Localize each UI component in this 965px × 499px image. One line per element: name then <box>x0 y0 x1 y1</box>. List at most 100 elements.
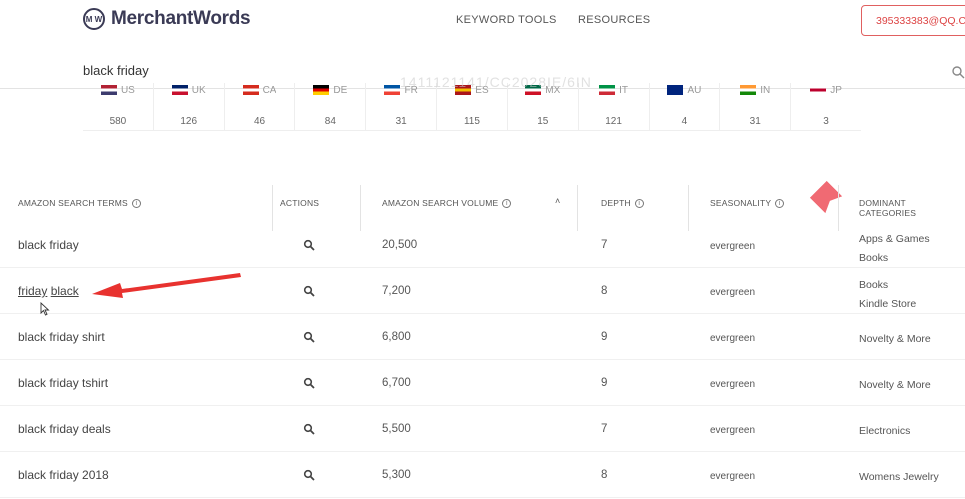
market-uk[interactable]: UK 126 <box>154 83 225 130</box>
flag-au-icon <box>667 85 684 95</box>
table-row[interactable]: black friday 2018 5,300 8 evergreen Womens J… <box>0 452 965 498</box>
search-volume: 5,300 <box>382 469 411 481</box>
search-input[interactable]: black friday <box>83 63 149 78</box>
header-depth[interactable]: DEPTH i <box>601 198 644 208</box>
search-term[interactable]: black friday tshirt <box>18 376 108 390</box>
market-count: 4 <box>681 116 688 127</box>
search-icon[interactable] <box>951 65 965 79</box>
search-term[interactable]: friday black <box>18 284 79 298</box>
info-icon[interactable]: i <box>131 198 141 208</box>
seasonality-value: evergreen <box>710 471 756 482</box>
market-code: CA <box>262 84 277 96</box>
header-search-terms-label: AMAZON SEARCH TERMS <box>18 198 128 208</box>
depth-value: 9 <box>601 331 608 343</box>
flag-de-icon <box>313 85 330 95</box>
header-actions: ACTIONS <box>280 198 319 208</box>
seasonality-value: evergreen <box>710 333 756 344</box>
category-item: Apps & Games <box>859 233 930 245</box>
depth-value: 7 <box>601 239 608 251</box>
market-au[interactable]: AU 4 <box>650 83 721 130</box>
market-code: IN <box>760 84 771 96</box>
dominant-categories: Books Kindle Store <box>859 276 916 314</box>
market-count: 31 <box>395 116 407 127</box>
dominant-categories: Womens Jewelry <box>859 468 939 487</box>
term-word-link[interactable]: friday <box>18 284 47 298</box>
search-action-icon[interactable] <box>303 469 315 481</box>
depth-value: 9 <box>601 377 608 389</box>
flag-ca-icon <box>242 85 259 95</box>
category-item: Novelty & More <box>859 333 931 345</box>
category-item: Books <box>859 279 889 291</box>
nav-resources[interactable]: RESOURCES <box>578 14 650 26</box>
market-mx[interactable]: MX 15 <box>508 83 579 130</box>
table-row[interactable]: black friday 20,500 7 evergreen Apps & Games… <box>0 222 965 268</box>
header-depth-label: DEPTH <box>601 198 631 208</box>
annotation-arrow-icon <box>92 273 241 298</box>
market-count: 3 <box>823 116 829 127</box>
flag-it-icon <box>599 85 616 95</box>
nav-keyword-tools[interactable]: KEYWORD TOOLS <box>456 14 557 26</box>
flag-row: AU <box>667 84 701 96</box>
market-code: UK <box>191 84 206 96</box>
search-volume: 5,500 <box>382 423 411 435</box>
table-row[interactable]: black friday shirt 6,800 9 evergreen Novelty… <box>0 314 965 360</box>
seasonality-value: evergreen <box>710 379 756 390</box>
mouse-cursor-icon <box>40 302 50 316</box>
table-row[interactable]: black friday tshirt 6,700 9 evergreen Novelt… <box>0 360 965 406</box>
market-it[interactable]: IT 121 <box>579 83 650 130</box>
flag-fr-icon <box>384 85 401 95</box>
market-de[interactable]: DE 84 <box>295 83 367 130</box>
market-code: AU <box>687 84 702 96</box>
term-word-link[interactable]: black <box>51 284 79 298</box>
market-code: JP <box>830 84 842 96</box>
market-count: 121 <box>605 116 622 127</box>
market-us[interactable]: US 580 <box>83 83 154 130</box>
search-action-icon[interactable] <box>303 423 315 435</box>
market-code: IT <box>619 84 629 96</box>
market-fr[interactable]: FR 31 <box>366 83 438 130</box>
dominant-categories: Novelty & More <box>859 330 931 349</box>
search-volume: 7,200 <box>382 285 411 297</box>
account-button[interactable]: 395333383@QQ.CO <box>861 5 965 36</box>
header-search-terms[interactable]: AMAZON SEARCH TERMS i <box>18 198 141 208</box>
market-in[interactable]: IN 31 <box>720 83 792 130</box>
category-item: Books <box>859 252 889 264</box>
market-count: 84 <box>324 116 336 127</box>
market-count: 31 <box>749 116 761 127</box>
header-search-volume[interactable]: AMAZON SEARCH VOLUME i <box>382 198 512 208</box>
flag-row: US <box>100 84 135 96</box>
info-icon[interactable]: i <box>775 198 785 208</box>
category-item: Electronics <box>859 425 911 437</box>
flag-in-icon <box>740 85 757 95</box>
flag-jp-icon <box>810 85 827 95</box>
flag-row: DE <box>313 84 347 96</box>
search-term[interactable]: black friday 2018 <box>18 468 109 482</box>
search-action-icon[interactable] <box>303 331 315 343</box>
search-volume: 6,700 <box>382 377 411 389</box>
market-ca[interactable]: CA 46 <box>225 83 296 130</box>
market-es[interactable]: ES 115 <box>437 83 508 130</box>
header-categories: DOMINANT CATEGORIES <box>859 198 965 218</box>
depth-value: 8 <box>601 469 608 481</box>
search-action-icon[interactable] <box>303 285 315 297</box>
logo[interactable]: M W MerchantWords <box>83 8 251 30</box>
search-term[interactable]: black friday shirt <box>18 330 105 344</box>
sort-up-icon[interactable]: ˄ <box>555 196 560 206</box>
info-icon[interactable]: i <box>502 198 512 208</box>
dominant-categories: Apps & Games Books <box>859 230 930 268</box>
header-seasonality[interactable]: SEASONALITY i <box>710 198 785 208</box>
table-row[interactable]: black friday deals 5,500 7 evergreen Electro… <box>0 406 965 452</box>
search-term[interactable]: black friday <box>18 238 79 252</box>
search-volume: 20,500 <box>382 239 418 251</box>
search-action-icon[interactable] <box>303 377 315 389</box>
seasonality-value: evergreen <box>710 287 756 298</box>
logo-mark-icon: M W <box>83 8 105 30</box>
category-item: Novelty & More <box>859 379 931 391</box>
search-action-icon[interactable] <box>303 239 315 251</box>
logo-text: MerchantWords <box>111 8 251 29</box>
market-code: US <box>120 84 135 96</box>
header-seasonality-label: SEASONALITY <box>710 198 772 208</box>
market-jp[interactable]: JP 3 <box>791 83 861 130</box>
search-term[interactable]: black friday deals <box>18 422 111 436</box>
info-icon[interactable]: i <box>634 198 644 208</box>
